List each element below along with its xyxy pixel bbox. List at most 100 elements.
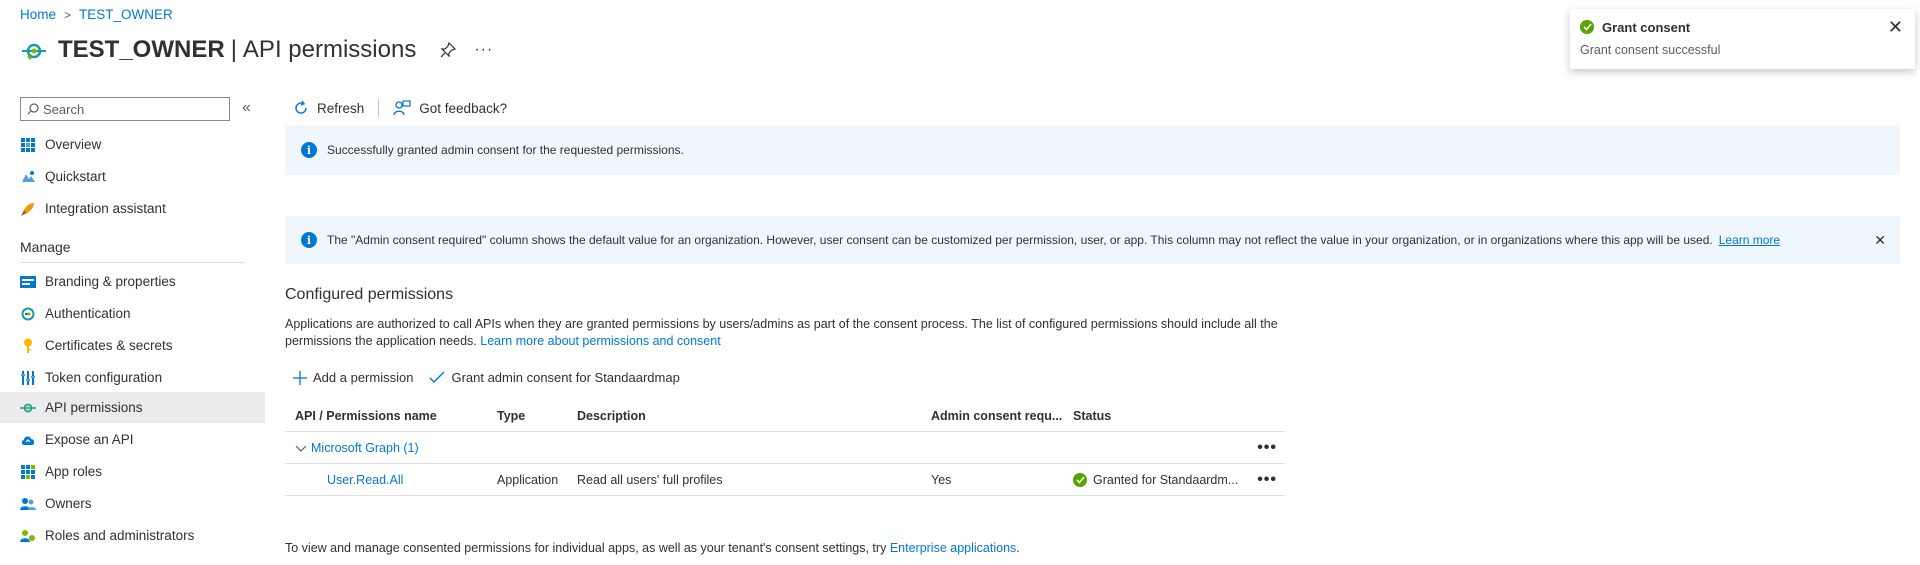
sidebar-item-overview[interactable]: Overview [0,129,265,160]
collapse-sidebar-button[interactable]: « [242,99,251,117]
permission-status: Granted for Standaardm... [1073,472,1243,487]
toast-title: Grant consent [1602,20,1691,35]
footer-note: To view and manage consented permissions… [285,541,1020,555]
sidebar: Search « Overview Quickstart Integration… [0,94,265,565]
sidebar-item-certificates[interactable]: Certificates & secrets [0,330,265,361]
command-bar: Refresh Got feedback? [285,94,515,122]
branding-icon [20,274,36,290]
search-input[interactable]: Search [20,97,230,121]
sidebar-item-label: Overview [45,137,102,152]
sidebar-item-quickstart[interactable]: Quickstart [0,161,265,192]
permission-type: Application [497,472,559,487]
roles-admin-icon [20,528,36,544]
sidebar-item-branding[interactable]: Branding & properties [0,266,265,297]
table-group-row: Microsoft Graph (1) ••• [285,432,1285,464]
permissions-table: API / Permissions name Type Description … [285,400,1285,496]
success-banner: i Successfully granted admin consent for… [285,125,1900,175]
column-header-name[interactable]: API / Permissions name [285,409,497,423]
sidebar-item-label: Quickstart [45,169,106,184]
permission-name: User.Read.All [327,472,404,487]
cloud-icon [20,432,36,448]
toast-message: Grant consent successful [1580,43,1721,57]
more-options-button[interactable]: ··· [474,41,493,59]
close-icon[interactable]: ✕ [1874,232,1886,249]
feedback-label: Got feedback? [419,100,508,116]
permissions-actions: Add a permission Grant admin consent for… [285,370,688,385]
nav-divider [20,262,245,263]
search-icon [27,103,39,115]
info-icon: i [301,232,317,248]
feedback-icon [393,100,411,116]
admin-consent-required: Yes [931,472,952,487]
breadcrumb-separator: > [64,7,72,22]
app-registration-icon [22,43,46,60]
grant-admin-consent-label: Grant admin consent for Standaardmap [451,370,680,385]
owners-icon [20,496,36,512]
description-text: Applications are authorized to call APIs… [285,317,1278,348]
group-more-button[interactable]: ••• [1257,439,1277,457]
sidebar-item-authentication[interactable]: Authentication [0,298,265,329]
permissions-consent-link[interactable]: Learn more about permissions and consent [480,334,720,348]
sidebar-item-app-roles[interactable]: App roles [0,456,265,487]
feedback-button[interactable]: Got feedback? [385,100,515,116]
overview-icon [20,137,36,153]
breadcrumb-home[interactable]: Home [20,7,56,22]
column-header-admin-consent[interactable]: Admin consent requ... [931,409,1073,423]
learn-more-link[interactable]: Learn more [1719,233,1780,247]
refresh-button[interactable]: Refresh [285,100,372,116]
api-permissions-icon [20,400,36,416]
close-icon[interactable]: ✕ [1888,17,1903,38]
info-icon: i [301,142,317,158]
authentication-icon [20,306,36,322]
sidebar-item-integration-assistant[interactable]: Integration assistant [0,193,265,224]
quickstart-icon [20,169,36,185]
group-microsoft-graph[interactable]: Microsoft Graph (1) [285,441,497,455]
page-title-separator: | [230,36,237,63]
footer-text: To view and manage consented permissions… [285,541,887,555]
page-title: API permissions [242,36,417,63]
sidebar-item-label: Integration assistant [45,201,166,216]
column-header-type[interactable]: Type [497,409,577,423]
sidebar-item-roles-administrators[interactable]: Roles and administrators [0,520,265,551]
sidebar-item-owners[interactable]: Owners [0,488,265,519]
status-text: Granted for Standaardm... [1093,472,1239,487]
column-header-description[interactable]: Description [577,409,931,423]
sidebar-item-label: API permissions [45,400,143,415]
footer-end: . [1016,541,1020,555]
grant-admin-consent-button[interactable]: Grant admin consent for Standaardmap [421,370,687,385]
sidebar-item-label: Token configuration [45,370,163,385]
sidebar-item-expose-api[interactable]: Expose an API [0,424,265,455]
sidebar-item-label: Expose an API [45,432,134,447]
app-roles-icon [20,464,36,480]
info-banner-text: The "Admin consent required" column show… [327,233,1713,247]
sidebar-item-label: Certificates & secrets [45,338,173,353]
pin-icon[interactable] [440,42,457,58]
column-header-status[interactable]: Status [1073,409,1243,423]
row-more-button[interactable]: ••• [1257,471,1277,489]
sidebar-item-label: Authentication [45,306,131,321]
table-row: User.Read.All Application Read all users… [285,464,1285,496]
sidebar-item-token-configuration[interactable]: Token configuration [0,362,265,393]
refresh-icon [295,100,307,114]
page-header: TEST_OWNER | API permissions ··· [20,32,493,68]
permission-name-link[interactable]: User.Read.All [285,473,497,487]
breadcrumb-current[interactable]: TEST_OWNER [79,7,173,22]
search-placeholder: Search [43,101,85,117]
sidebar-item-label: App roles [45,464,103,479]
add-permission-button[interactable]: Add a permission [285,370,421,385]
sidebar-item-label: Branding & properties [45,274,176,289]
toolbar-divider [378,99,380,117]
plus-icon [293,370,307,385]
checkmark-icon [429,371,445,383]
admin-consent-info-banner: i The "Admin consent required" column sh… [285,216,1900,264]
group-label: Microsoft Graph (1) [311,440,419,455]
enterprise-applications-link[interactable]: Enterprise applications [890,541,1016,555]
page-title-app: TEST_OWNER [58,36,225,63]
configured-permissions-description: Applications are authorized to call APIs… [285,316,1285,350]
sidebar-item-label: Roles and administrators [45,528,195,543]
notification-toast: Grant consent Grant consent successful ✕ [1570,9,1915,69]
sidebar-item-label: Owners [45,496,92,511]
token-config-icon [20,370,36,386]
rocket-icon [20,201,36,217]
sidebar-item-api-permissions[interactable]: API permissions [0,392,265,423]
